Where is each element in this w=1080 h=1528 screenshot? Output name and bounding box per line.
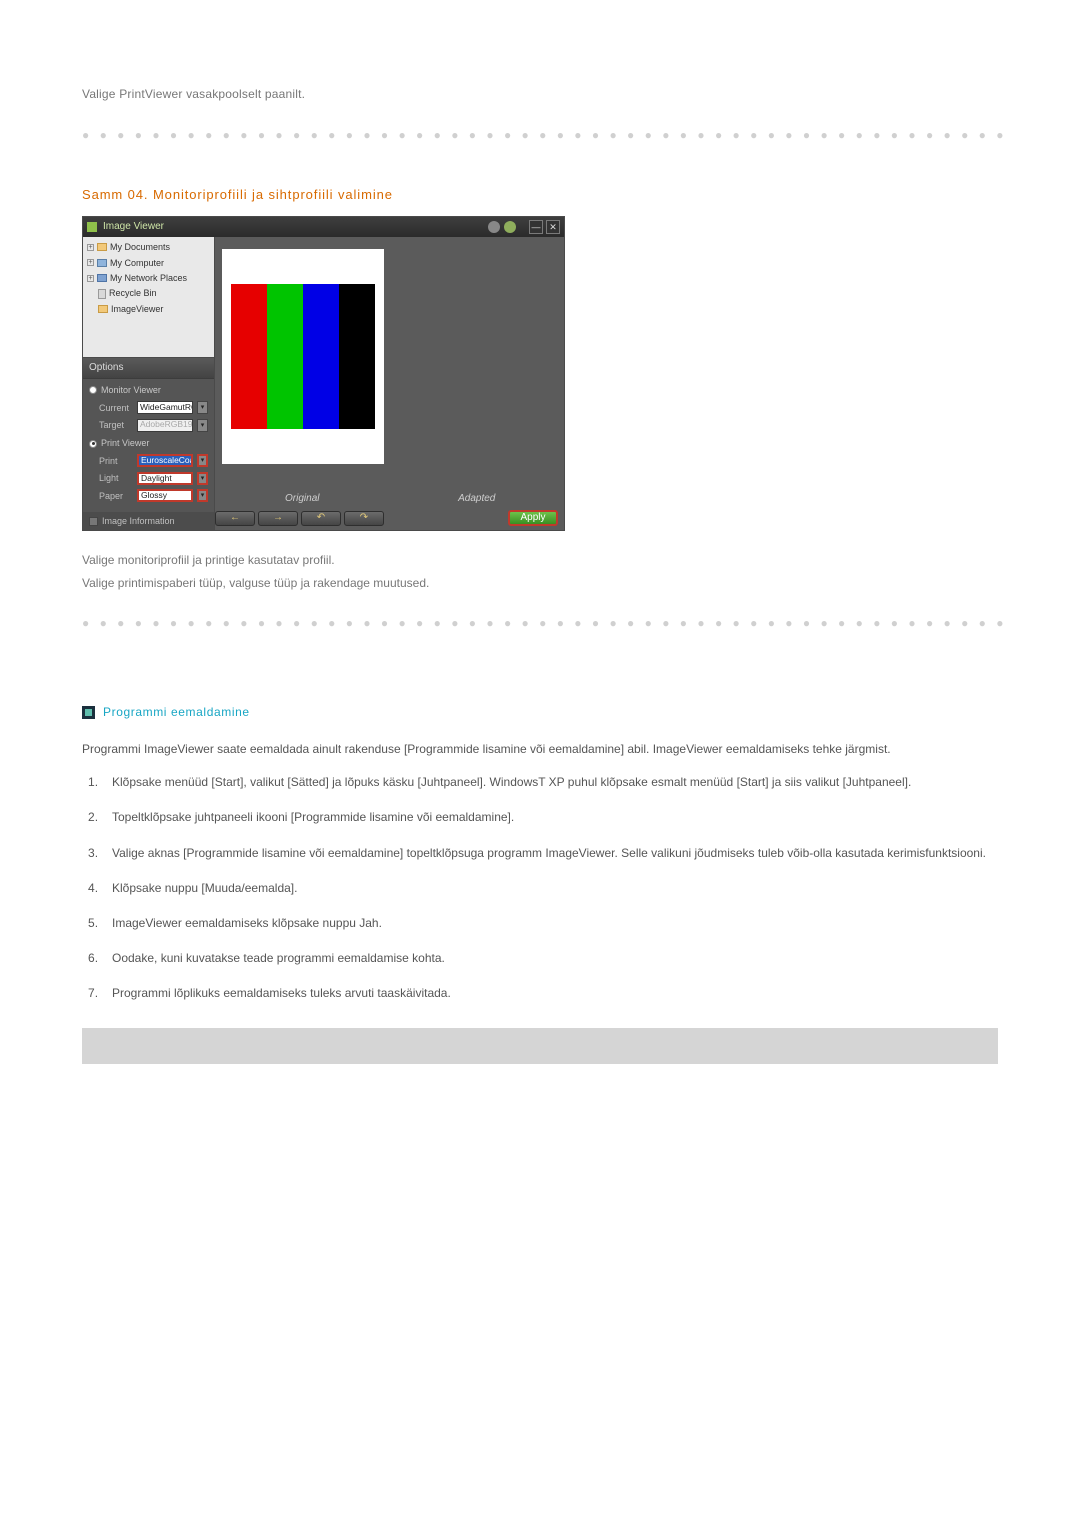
footer-bar xyxy=(82,1028,998,1064)
current-label: Current xyxy=(99,401,133,415)
step-item: Oodake, kuni kuvatakse teade programmi e… xyxy=(112,949,998,968)
app-logo-icon xyxy=(87,222,97,232)
caption-original: Original xyxy=(215,491,390,507)
step-item: ImageViewer eemaldamiseks klõpsake nuppu… xyxy=(112,914,998,933)
next-button[interactable]: → xyxy=(258,511,298,526)
caption-adapted: Adapted xyxy=(390,491,565,507)
step-item: Programmi lõplikuks eemaldamiseks tuleks… xyxy=(112,984,998,1003)
intro-text: Valige PrintViewer vasakpoolselt paanilt… xyxy=(82,85,998,104)
help-icon[interactable] xyxy=(504,221,516,233)
apply-button[interactable]: Apply xyxy=(508,510,558,526)
dropdown-icon[interactable]: ▾ xyxy=(197,489,208,502)
step-title: Samm 04. Monitoriprofiili ja sihtprofiil… xyxy=(82,185,998,206)
close-button[interactable]: ✕ xyxy=(546,220,560,234)
light-label: Light xyxy=(99,471,133,485)
network-icon xyxy=(97,274,107,282)
step-item: Topeltklõpsake juhtpaneeli ikooni [Progr… xyxy=(112,808,998,827)
target-label: Target xyxy=(99,418,133,432)
paper-label: Paper xyxy=(99,489,133,503)
preview-area: Original Adapted ← → ↶ ↷ Apply xyxy=(215,237,564,530)
minimize-button[interactable]: — xyxy=(529,220,543,234)
instruction-line-2: Valige printimispaberi tüüp, valguse tüü… xyxy=(82,574,998,593)
uninstall-title: Programmi eemaldamine xyxy=(82,703,998,722)
step-item: Klõpsake menüüd [Start], valikut [Sätted… xyxy=(112,773,998,792)
light-input[interactable]: Daylight xyxy=(137,472,193,485)
divider: ● ● ● ● ● ● ● ● ● ● ● ● ● ● ● ● ● ● ● ● … xyxy=(82,126,998,145)
image-info-checkbox[interactable] xyxy=(89,517,98,526)
print-label: Print xyxy=(99,454,133,468)
section-icon xyxy=(82,706,95,719)
tree-my-computer[interactable]: My Computer xyxy=(110,256,164,270)
redo-button[interactable]: ↷ xyxy=(344,511,384,526)
dropdown-icon[interactable]: ▾ xyxy=(197,454,208,467)
image-info-label: Image Information xyxy=(102,514,175,528)
dropdown-icon[interactable]: ▾ xyxy=(197,401,208,414)
expand-icon[interactable]: + xyxy=(87,244,94,251)
folder-tree[interactable]: + My Documents + My Computer + My Network P… xyxy=(83,237,214,357)
uninstall-steps: Klõpsake menüüd [Start], valikut [Sätted… xyxy=(112,773,998,1003)
tree-my-documents[interactable]: My Documents xyxy=(110,240,170,254)
folder-icon xyxy=(97,243,107,251)
print-profile-input[interactable]: EuroscaleCoated.icc xyxy=(137,454,193,467)
folder-icon xyxy=(98,305,108,313)
expand-icon[interactable]: + xyxy=(87,259,94,266)
sidebar: + My Documents + My Computer + My Network P… xyxy=(83,237,215,530)
monitor-viewer-radio[interactable] xyxy=(89,386,97,394)
current-profile-input[interactable]: WideGamutRGB.icc xyxy=(137,401,193,414)
preview-toolbar: ← → ↶ ↷ Apply xyxy=(215,509,564,527)
print-viewer-radio[interactable] xyxy=(89,440,97,448)
expand-icon[interactable]: + xyxy=(87,275,94,282)
prev-button[interactable]: ← xyxy=(215,511,255,526)
tree-recycle-bin[interactable]: Recycle Bin xyxy=(109,286,157,300)
original-preview xyxy=(222,249,384,464)
tree-network-places[interactable]: My Network Places xyxy=(110,271,187,285)
options-header: Options xyxy=(83,357,214,379)
image-viewer-window: Image Viewer — ✕ + My Documents + My Compu… xyxy=(82,216,565,531)
instruction-line-1: Valige monitoriprofiil ja printige kasut… xyxy=(82,551,998,570)
uninstall-intro: Programmi ImageViewer saate eemaldada ai… xyxy=(82,740,998,759)
recycle-bin-icon xyxy=(98,289,106,299)
app-title: Image Viewer xyxy=(103,219,164,235)
divider: ● ● ● ● ● ● ● ● ● ● ● ● ● ● ● ● ● ● ● ● … xyxy=(82,614,998,633)
print-viewer-label: Print Viewer xyxy=(101,436,149,450)
step-item: Klõpsake nuppu [Muuda/eemalda]. xyxy=(112,879,998,898)
undo-button[interactable]: ↶ xyxy=(301,511,341,526)
settings-icon[interactable] xyxy=(488,221,500,233)
titlebar: Image Viewer — ✕ xyxy=(83,217,564,237)
tree-imageviewer[interactable]: ImageViewer xyxy=(111,302,163,316)
computer-icon xyxy=(97,259,107,267)
target-profile-input[interactable]: AdobeRGB1998.icc xyxy=(137,419,193,432)
dropdown-icon[interactable]: ▾ xyxy=(197,419,208,432)
paper-input[interactable]: Glossy xyxy=(137,489,193,502)
step-item: Valige aknas [Programmide lisamine või e… xyxy=(112,844,998,863)
monitor-viewer-label: Monitor Viewer xyxy=(101,383,161,397)
dropdown-icon[interactable]: ▾ xyxy=(197,472,208,485)
